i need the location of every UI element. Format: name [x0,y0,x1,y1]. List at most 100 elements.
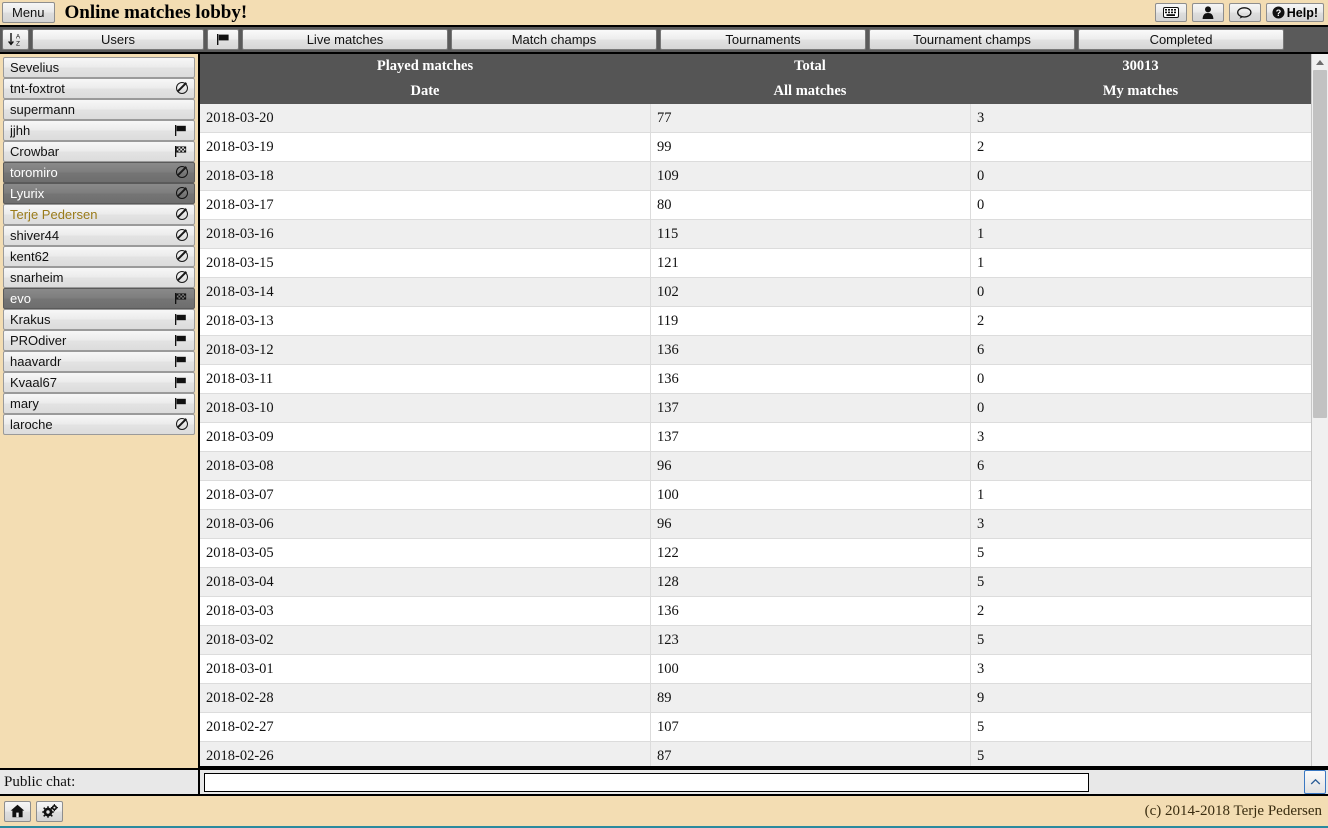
user-list-sidebar[interactable]: Sevelius tnt-foxtrot supermann jjhh Crowbar t… [0,54,200,768]
user-list-item[interactable]: jjhh [3,120,195,141]
table-row[interactable]: 2018-03-15 121 1 [200,249,1311,278]
user-list-item[interactable]: Terje Pedersen [3,204,195,225]
home-button[interactable] [4,800,31,822]
no-entry-icon [174,228,190,243]
table-row[interactable]: 2018-03-03 136 2 [200,597,1311,626]
column-header-my-matches[interactable]: My matches [970,83,1311,100]
table-row[interactable]: 2018-03-16 115 1 [200,220,1311,249]
chat-input[interactable] [204,772,1089,792]
table-row[interactable]: 2018-03-19 99 2 [200,133,1311,162]
cell-my-matches: 3 [970,423,1311,451]
chat-scroll-up-button[interactable] [1304,770,1326,794]
flag-filter-button[interactable] [207,29,239,50]
user-list-item[interactable]: supermann [3,99,195,120]
tab-tournaments[interactable]: Tournaments [660,29,866,50]
table-row[interactable]: 2018-03-13 119 2 [200,307,1311,336]
user-list-item[interactable]: snarheim [3,267,195,288]
user-list-item[interactable]: shiver44 [3,225,195,246]
column-header-date[interactable]: Date [200,83,650,100]
scrollbar-up-button[interactable] [1312,54,1328,70]
tab-users[interactable]: Users [32,29,204,50]
public-chat-label: Public chat: [0,770,200,794]
cell-my-matches: 0 [970,191,1311,219]
table-row[interactable]: 2018-03-11 136 0 [200,365,1311,394]
chat-button[interactable] [1228,3,1261,22]
cell-all-matches: 96 [650,452,970,480]
keyboard-button[interactable] [1154,3,1187,22]
cell-my-matches: 1 [970,249,1311,277]
menu-button[interactable]: Menu [2,2,55,23]
table-scrollbar[interactable] [1311,54,1328,766]
table-row[interactable]: 2018-03-07 100 1 [200,481,1311,510]
cell-my-matches: 2 [970,597,1311,625]
cell-my-matches: 6 [970,336,1311,364]
table-row[interactable]: 2018-03-09 137 3 [200,423,1311,452]
sort-users-button[interactable]: A Z [2,29,29,50]
settings-button[interactable] [36,800,63,822]
scrollbar-thumb[interactable] [1313,70,1327,418]
table-row[interactable]: 2018-03-02 123 5 [200,626,1311,655]
table-row[interactable]: 2018-02-27 107 5 [200,713,1311,742]
cell-date: 2018-03-19 [206,138,274,155]
user-list-item[interactable]: laroche [3,414,195,435]
user-list-item[interactable]: mary [3,393,195,414]
table-row[interactable]: 2018-03-12 136 6 [200,336,1311,365]
tab-bar: A Z Users Live matches Match champs Tour… [0,27,1328,54]
cell-all-matches: 137 [650,394,970,422]
cell-date: 2018-02-27 [206,718,274,735]
table-row[interactable]: 2018-03-20 77 3 [200,104,1311,133]
user-list-item[interactable]: PROdiver [3,330,195,351]
help-button[interactable]: ? Help! [1265,3,1324,22]
cell-all-matches: 136 [650,597,970,625]
flag-icon [216,33,231,46]
tab-completed[interactable]: Completed [1078,29,1284,50]
user-list-item[interactable]: Sevelius [3,57,195,78]
user-list-item[interactable]: toromiro [3,162,195,183]
main-content: Played matches Total 30013 Date All matc… [200,54,1328,768]
table-row[interactable]: 2018-03-06 96 3 [200,510,1311,539]
table-row[interactable]: 2018-03-01 100 3 [200,655,1311,684]
user-list-item[interactable]: tnt-foxtrot [3,78,195,99]
user-list-item[interactable]: Krakus [3,309,195,330]
tab-label: Tournaments [725,32,801,47]
table-row[interactable]: 2018-03-04 128 5 [200,568,1311,597]
table-header: Played matches Total 30013 Date All matc… [200,54,1311,104]
cell-date: 2018-03-01 [206,660,274,677]
checkered-flag-icon [174,292,190,305]
tab-match-champs[interactable]: Match champs [451,29,657,50]
user-list-item[interactable]: Crowbar [3,141,195,162]
user-list-item[interactable]: kent62 [3,246,195,267]
public-chat-bar: Public chat: [0,768,1328,796]
tab-users-label: Users [101,32,135,47]
sort-alpha-down-icon: A Z [7,31,24,48]
user-profile-button[interactable] [1191,3,1224,22]
app-window: Menu Online matches lobby! ? Help! A Z U… [0,0,1328,828]
cell-date: 2018-03-08 [206,457,274,474]
user-list-item[interactable]: haavardr [3,351,195,372]
table-row[interactable]: 2018-03-14 102 0 [200,278,1311,307]
user-name: Kvaal67 [10,375,57,390]
cell-all-matches: 77 [650,104,970,132]
cell-date: 2018-03-11 [206,370,274,387]
tab-tournament-champs[interactable]: Tournament champs [869,29,1075,50]
no-entry-icon [174,249,190,264]
table-row[interactable]: 2018-02-28 89 9 [200,684,1311,713]
scrollbar-track[interactable] [1312,70,1328,766]
cell-date: 2018-03-18 [206,167,274,184]
user-list-item[interactable]: Lyurix [3,183,195,204]
flag-icon [174,313,190,326]
table-row[interactable]: 2018-03-08 96 6 [200,452,1311,481]
cell-my-matches: 0 [970,162,1311,190]
cell-all-matches: 107 [650,713,970,741]
column-header-all-matches[interactable]: All matches [650,83,970,100]
user-list-item[interactable]: evo [3,288,195,309]
tab-live-matches[interactable]: Live matches [242,29,448,50]
user-list-item[interactable]: Kvaal67 [3,372,195,393]
table-row[interactable]: 2018-02-26 87 5 [200,742,1311,766]
table-row[interactable]: 2018-03-17 80 0 [200,191,1311,220]
no-entry-icon [174,81,190,96]
table-row[interactable]: 2018-03-10 137 0 [200,394,1311,423]
user-name: PROdiver [10,333,67,348]
table-row[interactable]: 2018-03-05 122 5 [200,539,1311,568]
table-row[interactable]: 2018-03-18 109 0 [200,162,1311,191]
